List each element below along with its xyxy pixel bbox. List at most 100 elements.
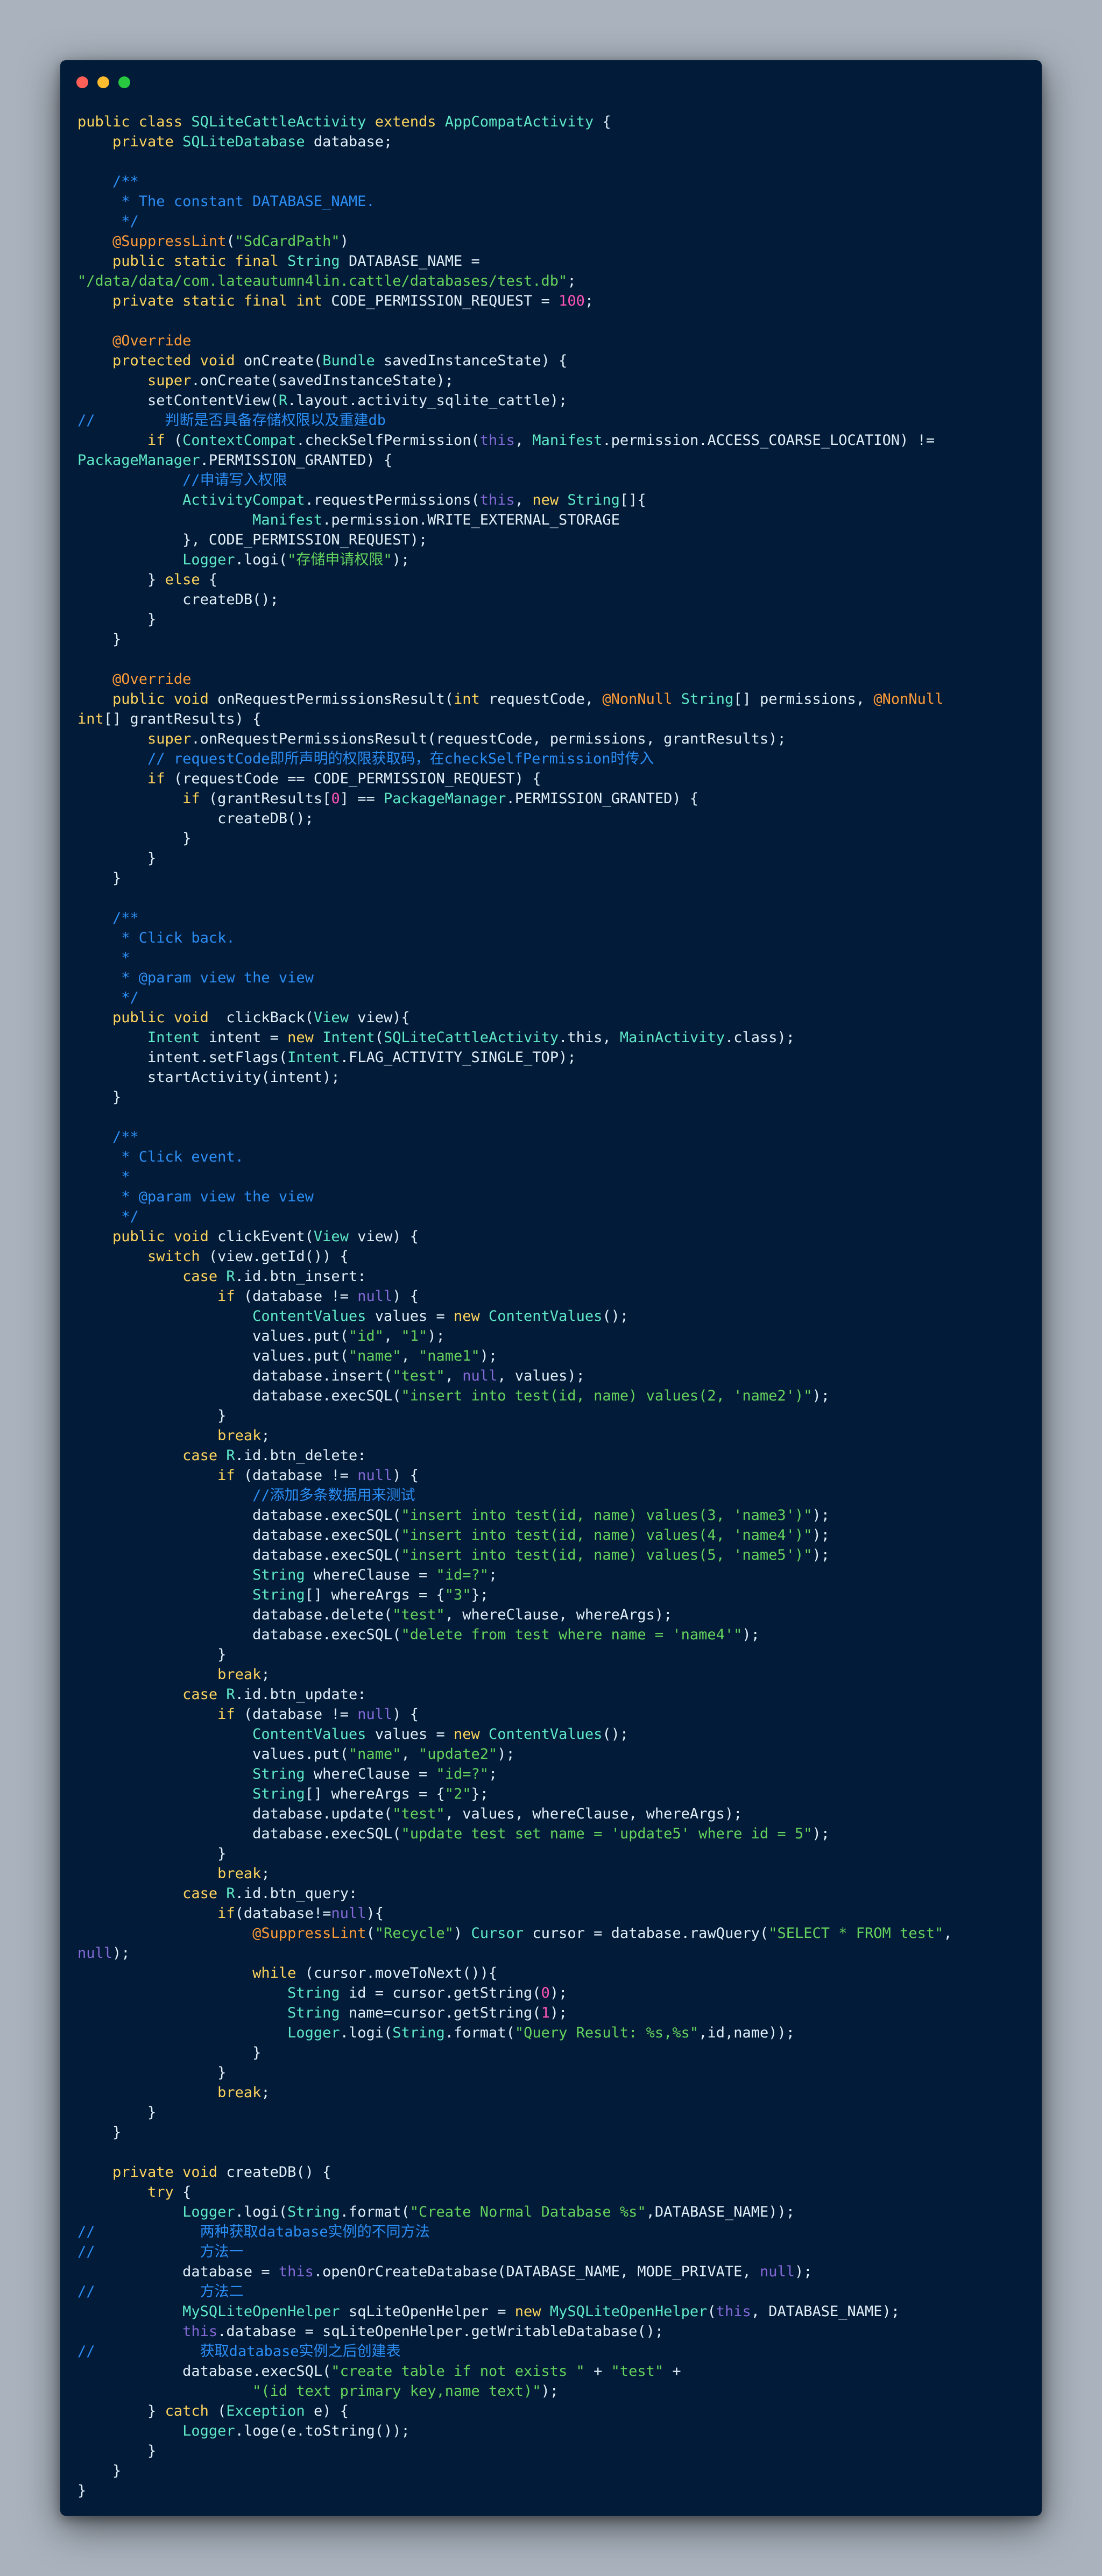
code-line: null); [77, 1943, 1031, 1963]
code-token: (); [602, 1308, 629, 1325]
code-line: String name=cursor.getString(1); [77, 2003, 1031, 2023]
code-token: * [121, 1169, 130, 1185]
window-controls [76, 76, 130, 88]
code-token: private [112, 133, 183, 150]
code-token: break [217, 1865, 262, 1882]
code-token: View [313, 1009, 349, 1026]
code-token: { [182, 2184, 192, 2200]
code-token: []{ [619, 492, 646, 508]
code-token: Intent [322, 1029, 375, 1046]
code-line: ​ [77, 2142, 1031, 2162]
code-line: private static final int CODE_PERMISSION… [77, 291, 1031, 311]
code-token: values = [366, 1308, 454, 1325]
code-token: protected void [112, 352, 244, 369]
code-token: .permission.ACCESS_COARSE_LOCATION) != [602, 432, 935, 449]
code-token: , [401, 1348, 419, 1364]
code-token: .onRequestPermissionsResult(requestCode,… [191, 731, 786, 747]
code-line: "(id text primary key,name text)"); [77, 2381, 1031, 2401]
code-line: database.execSQL("delete from test where… [77, 1625, 1031, 1645]
code-line: startActivity(intent); [77, 1067, 1031, 1087]
code-token: ); [812, 1825, 830, 1842]
code-token: String [567, 492, 620, 508]
code-token: extends [375, 114, 445, 130]
code-line: // requestCode即所声明的权限获取码，在checkSelfPermi… [77, 749, 1031, 769]
code-token: ContentValues [252, 1308, 366, 1325]
code-token: 1 [541, 2005, 550, 2021]
code-line: database.insert("test", null, values); [77, 1366, 1031, 1386]
code-line: Logger.loge(e.toString()); [77, 2421, 1031, 2441]
code-token: "id=?" [436, 1567, 489, 1583]
code-token: ; [567, 273, 576, 289]
code-token: ; [261, 1666, 270, 1683]
code-line: } [77, 1406, 1031, 1426]
code-token: .openOrCreateDatabase(DATABASE_NAME, MOD… [313, 2263, 760, 2280]
code-line: case R.id.btn_delete: [77, 1446, 1031, 1466]
close-dot-icon[interactable] [76, 76, 88, 88]
code-line: @SuppressLint("SdCardPath") [77, 231, 1031, 251]
code-token: ); [742, 1626, 760, 1643]
code-token: "insert into test(id, name) values(5, 'n… [401, 1547, 813, 1563]
code-token: values.put( [77, 1746, 349, 1763]
code-token: this [479, 432, 515, 449]
zoom-dot-icon[interactable] [118, 76, 130, 88]
code-token: values.put( [77, 1348, 349, 1364]
code-line: try { [77, 2182, 1031, 2202]
code-line: public static final String DATABASE_NAME… [77, 251, 1031, 271]
code-line: * @param view the view [77, 968, 1031, 988]
code-token: view) { [348, 1228, 419, 1245]
code-token: ); [812, 1507, 830, 1524]
code-token: int [454, 691, 489, 707]
code-token: name=cursor.getString( [340, 2005, 541, 2021]
code-token: whereClause = [305, 1766, 436, 1782]
code-token: Exception [226, 2403, 305, 2419]
code-token: database.delete( [77, 1607, 393, 1623]
code-token: cursor = database.rawQuery( [524, 1925, 769, 1942]
code-token: @NonNull [873, 691, 944, 707]
code-token: null [77, 1945, 113, 1962]
code-line: ​ [77, 152, 1031, 172]
code-token: /** [112, 173, 139, 190]
code-token: , [943, 1925, 952, 1942]
code-token: Manifest [252, 512, 323, 528]
minimize-dot-icon[interactable] [97, 76, 109, 88]
code-line: PackageManager.PERMISSION_GRANTED) { [77, 450, 1031, 470]
code-token: , [383, 1328, 401, 1344]
code-token: , [514, 492, 533, 508]
code-token: e) { [305, 2403, 349, 2419]
code-token: CODE_PERMISSION_REQUEST = [331, 293, 559, 309]
code-token: } [77, 1646, 227, 1663]
code-token: null [357, 1706, 393, 1723]
code-line: public class SQLiteCattleActivity extend… [77, 112, 1031, 132]
code-token: ) [454, 1925, 471, 1942]
code-token: String [252, 1786, 305, 1802]
code-token: /** [112, 910, 139, 926]
code-line: }, CODE_PERMISSION_REQUEST); [77, 530, 1031, 550]
code-token: "SdCardPath" [235, 233, 340, 250]
code-token: .layout.activity_sqlite_cattle); [287, 392, 568, 409]
code-token: // 方法一 [77, 2244, 244, 2260]
code-token: database.execSQL( [77, 1547, 401, 1563]
code-token: ( [217, 2403, 227, 2419]
code-line: } [77, 2103, 1031, 2122]
code-token: ContentValues [252, 1726, 366, 1743]
code-token: .loge(e.toString()); [235, 2423, 410, 2439]
code-token: createDB() { [226, 2164, 331, 2181]
code-token: if [217, 1905, 235, 1922]
code-line: database = this.openOrCreateDatabase(DAT… [77, 2262, 1031, 2282]
code-token: { [594, 114, 611, 130]
code-token: * The constant DATABASE_NAME. [121, 193, 375, 210]
code-line: ​ [77, 311, 1031, 331]
code-token: ); [541, 2383, 559, 2400]
code-token: @SuppressLint [252, 1925, 366, 1942]
code-token: ( [173, 432, 183, 449]
code-line: database.delete("test", whereClause, whe… [77, 1605, 1031, 1625]
